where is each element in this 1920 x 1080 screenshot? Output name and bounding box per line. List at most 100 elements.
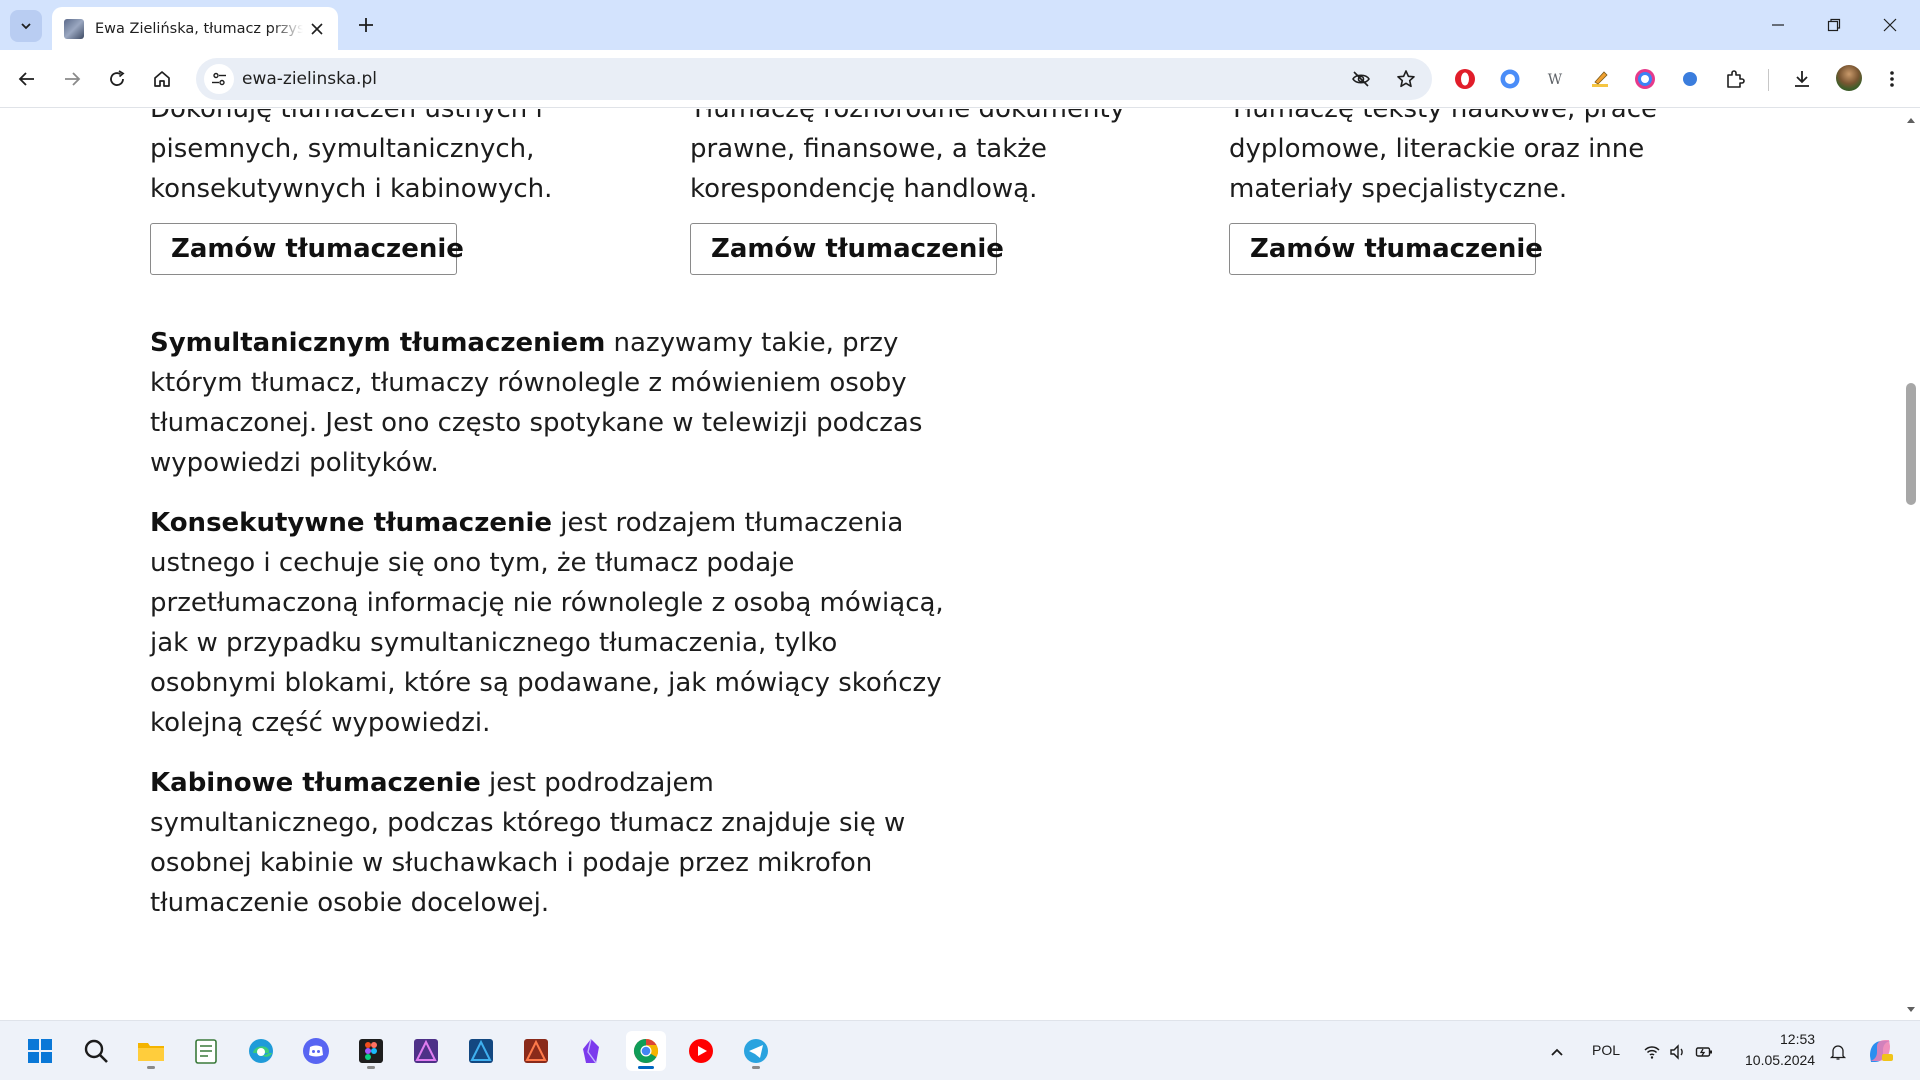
taskbar-affinity-photo[interactable] xyxy=(406,1031,446,1071)
discord-icon xyxy=(303,1038,329,1064)
order-translation-button[interactable]: Zamów tłumaczenie xyxy=(150,223,464,275)
service-card-oral-written: Dokonuję tłumaczeń ustnych i pisemnych, … xyxy=(150,109,610,209)
service-text-line: konsekutywnych i kabinowych. xyxy=(150,174,553,204)
tray-date[interactable]: 10.05.2024 xyxy=(1745,1052,1815,1068)
service-text-line: prawne, finansowe, a także xyxy=(690,134,1047,164)
taskbar-telegram[interactable] xyxy=(736,1031,776,1071)
edge-icon xyxy=(249,1039,273,1063)
back-button[interactable] xyxy=(12,64,42,94)
scroll-up-button[interactable] xyxy=(1906,115,1916,125)
bookmark-button[interactable] xyxy=(1393,66,1419,92)
obsidian-icon xyxy=(583,1038,599,1064)
tray-volume[interactable] xyxy=(1667,1041,1689,1063)
service-text-line: pisemnych, symultanicznych, xyxy=(150,134,535,164)
address-bar[interactable]: ewa-zielinska.pl xyxy=(196,58,1432,100)
restore-button[interactable] xyxy=(1806,0,1862,50)
bell-icon xyxy=(1829,1045,1847,1060)
downloads-button[interactable] xyxy=(1788,65,1816,93)
extension-opera-button[interactable] xyxy=(1451,65,1479,93)
forward-button[interactable] xyxy=(57,64,87,94)
tune-icon xyxy=(212,72,226,86)
page-scrollbar[interactable] xyxy=(1902,109,1920,1020)
taskbar-discord[interactable] xyxy=(296,1031,336,1071)
tracking-protection-button[interactable] xyxy=(1348,66,1374,92)
telegram-icon xyxy=(744,1039,768,1063)
download-icon xyxy=(1795,71,1809,87)
article-paragraph: Symultanicznym tłumaczeniem nazywamy tak… xyxy=(150,323,950,483)
tray-wifi[interactable] xyxy=(1641,1041,1663,1063)
close-window-button[interactable] xyxy=(1862,0,1918,50)
wifi-icon xyxy=(1644,1046,1660,1059)
puzzle-icon xyxy=(1727,70,1745,88)
wikipedia-icon: W xyxy=(1548,72,1563,88)
url-text[interactable]: ewa-zielinska.pl xyxy=(242,69,377,89)
paragraph-term: Kabinowe tłumaczenie xyxy=(150,768,481,798)
taskbar-file-explorer[interactable] xyxy=(131,1031,171,1071)
site-info-button[interactable] xyxy=(204,64,234,94)
chrome-menu-button[interactable] xyxy=(1878,65,1906,93)
extension-wikipedia-button[interactable]: W xyxy=(1541,65,1569,93)
minimize-button[interactable] xyxy=(1750,0,1806,50)
taskbar-youtube[interactable] xyxy=(681,1031,721,1071)
service-text-partial: Tłumaczę różnorodne dokumenty xyxy=(690,109,1126,124)
taskbar-search[interactable] xyxy=(76,1031,116,1071)
taskbar-start[interactable] xyxy=(20,1031,60,1071)
windows-taskbar: POL 12:53 10.05.2024 xyxy=(0,1020,1920,1080)
tab-close-button[interactable] xyxy=(306,18,328,40)
taskbar-figma[interactable] xyxy=(351,1031,391,1071)
chevron-up-icon xyxy=(1551,1048,1563,1056)
close-icon xyxy=(311,22,323,35)
page-viewport: Dokonuję tłumaczeń ustnych i pisemnych, … xyxy=(0,109,1902,1020)
home-button[interactable] xyxy=(147,64,177,94)
toolbar-separator xyxy=(1768,69,1769,91)
article-paragraph: Kabinowe tłumaczenie jest podrodzajem sy… xyxy=(150,763,950,923)
tray-time[interactable]: 12:53 xyxy=(1780,1031,1815,1047)
color-wheel-icon xyxy=(1635,69,1655,89)
taskbar-copilot[interactable] xyxy=(1860,1031,1900,1071)
extension-circle-button[interactable] xyxy=(1496,65,1524,93)
input-language[interactable]: POL xyxy=(1592,1042,1620,1058)
article-section: Symultanicznym tłumaczeniem nazywamy tak… xyxy=(150,323,950,943)
tray-battery[interactable] xyxy=(1693,1041,1715,1063)
taskbar-affinity-publisher[interactable] xyxy=(516,1031,556,1071)
extensions-menu-button[interactable] xyxy=(1721,65,1749,93)
tray-notifications[interactable] xyxy=(1827,1041,1849,1063)
browser-toolbar: ewa-zielinska.pl W xyxy=(0,50,1920,108)
taskbar-obsidian[interactable] xyxy=(571,1031,611,1071)
scroll-thumb[interactable] xyxy=(1906,383,1916,505)
running-indicator xyxy=(367,1066,375,1069)
running-indicator xyxy=(638,1066,654,1069)
eye-off-icon xyxy=(1352,71,1370,87)
order-translation-button[interactable]: Zamów tłumaczenie xyxy=(1229,223,1543,275)
start-icon xyxy=(28,1039,52,1063)
battery-icon xyxy=(1695,1047,1712,1057)
home-icon xyxy=(154,71,170,87)
affinity-designer-icon xyxy=(469,1039,493,1063)
tab-search-button[interactable] xyxy=(10,10,42,42)
extension-dot-button[interactable] xyxy=(1676,65,1704,93)
extension-highlighter-button[interactable] xyxy=(1586,65,1614,93)
plus-icon xyxy=(359,18,373,32)
extension-colorpicker-button[interactable] xyxy=(1631,65,1659,93)
taskbar-chrome[interactable] xyxy=(626,1031,666,1071)
taskbar-affinity-designer[interactable] xyxy=(461,1031,501,1071)
running-indicator xyxy=(752,1066,760,1069)
new-tab-button[interactable] xyxy=(352,11,380,39)
tab-strip: Ewa Zielińska, tłumacz przysięgły xyxy=(0,0,1920,50)
profile-avatar[interactable] xyxy=(1836,65,1862,91)
star-icon xyxy=(1397,70,1415,88)
chevron-down-icon xyxy=(21,23,31,30)
taskbar-edge[interactable] xyxy=(241,1031,281,1071)
volume-icon xyxy=(1670,1044,1683,1060)
reload-button[interactable] xyxy=(102,64,132,94)
tray-show-hidden-button[interactable] xyxy=(1546,1041,1568,1063)
taskbar-notepad[interactable] xyxy=(186,1031,226,1071)
youtube-icon xyxy=(689,1039,713,1063)
service-text-line: materiały specjalistyczne. xyxy=(1229,174,1568,204)
article-paragraph: Konsekutywne tłumaczenie jest rodzajem t… xyxy=(150,503,950,743)
active-tab[interactable]: Ewa Zielińska, tłumacz przysięgły xyxy=(52,7,338,50)
more-vert-icon xyxy=(1890,71,1894,87)
order-translation-button[interactable]: Zamów tłumaczenie xyxy=(690,223,1004,275)
scroll-down-button[interactable] xyxy=(1906,1005,1916,1015)
paragraph-term: Konsekutywne tłumaczenie xyxy=(150,508,553,538)
